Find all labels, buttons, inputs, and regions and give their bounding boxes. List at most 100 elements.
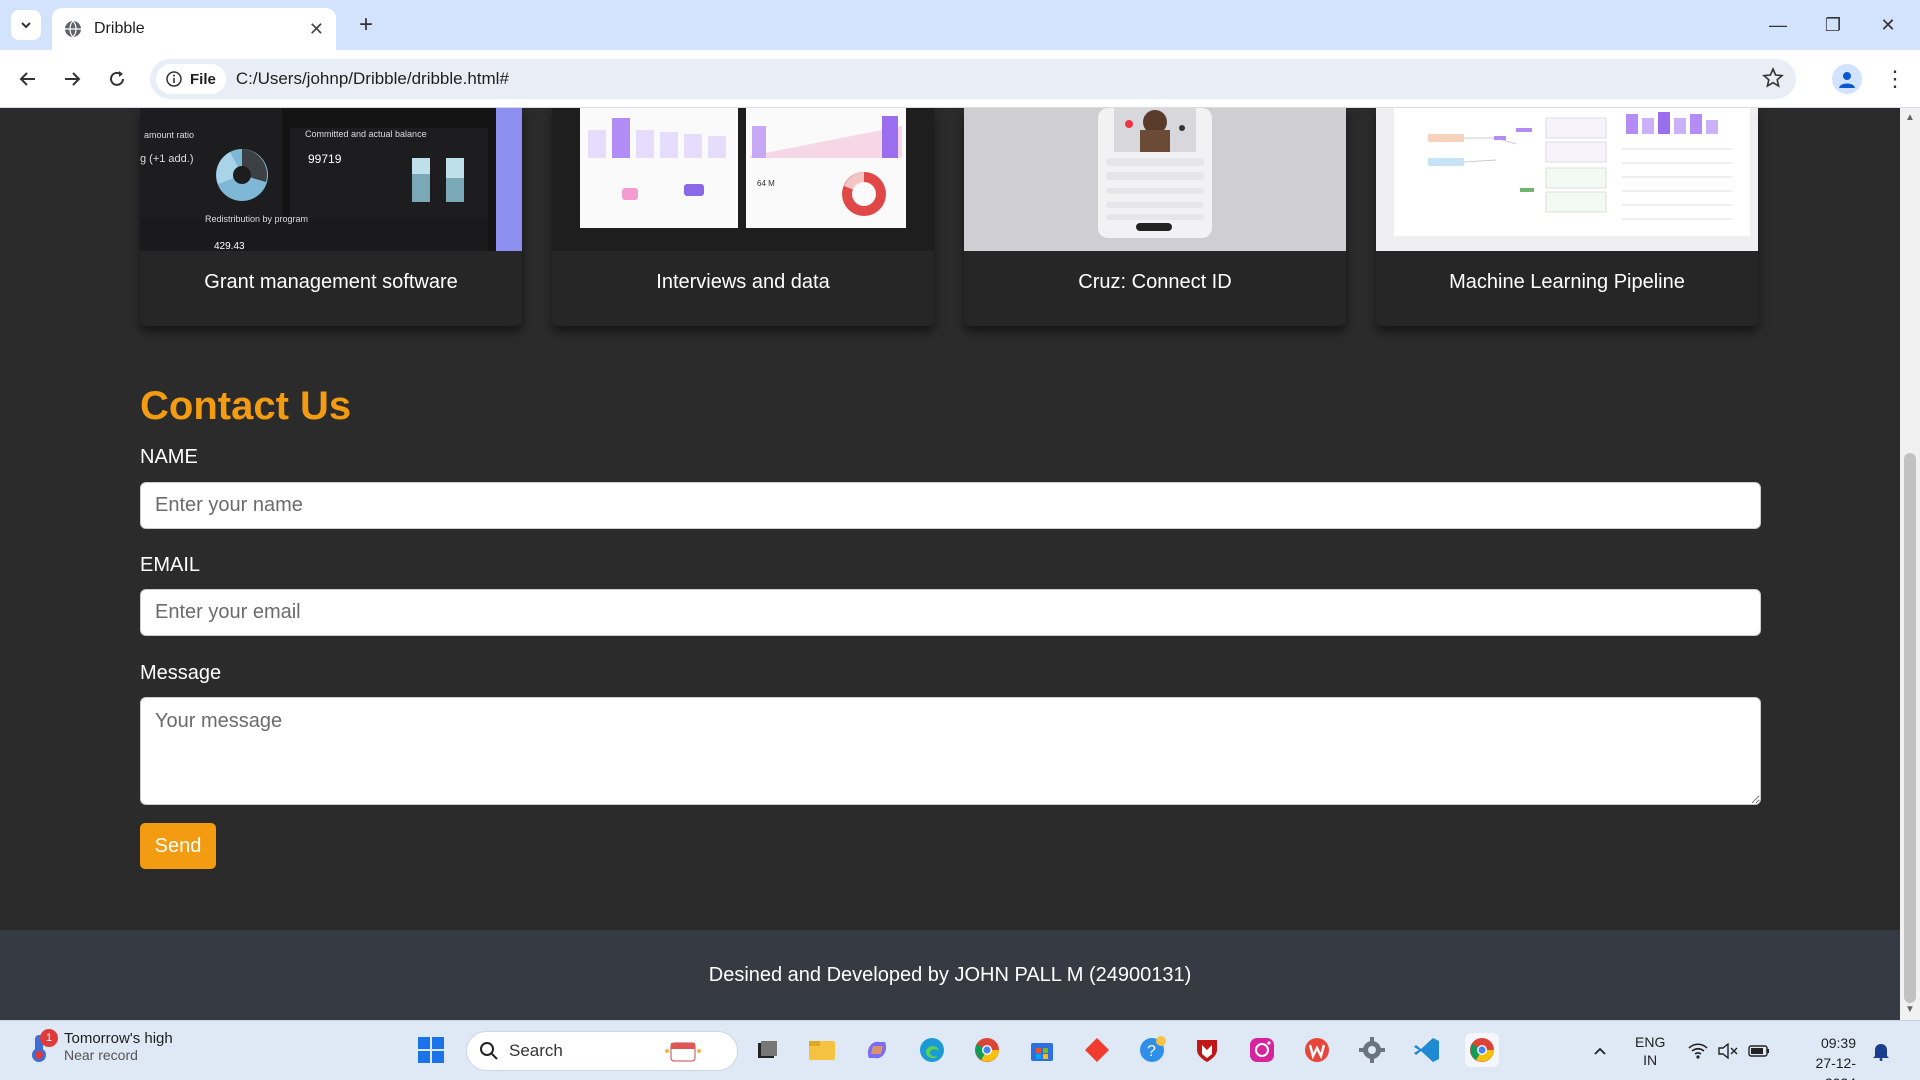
settings-gear-icon[interactable] (1355, 1033, 1389, 1067)
taskbar-clock[interactable]: 09:39 27-12-2024 (1786, 1033, 1856, 1080)
store-icon[interactable] (1025, 1033, 1059, 1067)
calendar-highlight-icon (664, 1042, 701, 1062)
svg-text:99719: 99719 (308, 152, 342, 166)
project-card-title: Cruz: Connect ID (1078, 271, 1232, 293)
reload-button[interactable] (102, 64, 132, 94)
close-window-button[interactable]: ✕ (1860, 0, 1916, 50)
copilot-icon[interactable] (860, 1033, 894, 1067)
reload-icon (110, 71, 124, 86)
project-card[interactable]: 64 M Interviews and data (552, 108, 934, 326)
project-thumbnail-ml (1376, 108, 1758, 251)
name-input[interactable] (140, 482, 1761, 529)
url-text[interactable]: C:/Users/johnp/Dribble/dribble.html# (236, 69, 509, 89)
omnibox[interactable]: File C:/Users/johnp/Dribble/dribble.html… (150, 59, 1796, 99)
mcafee-shield-icon[interactable] (1190, 1033, 1224, 1067)
weather-widget[interactable]: 1 Tomorrow's high Near record (26, 1029, 173, 1063)
tab-search-dropdown[interactable] (11, 10, 41, 40)
git-diamond-icon[interactable] (1080, 1033, 1114, 1067)
tab-title: Dribble (94, 20, 145, 37)
project-card-title: Interviews and data (656, 271, 830, 293)
arrow-right-icon (65, 72, 81, 86)
notifications-button[interactable] (1872, 1021, 1890, 1080)
instagram-icon[interactable] (1245, 1033, 1279, 1067)
taskbar-search[interactable]: Search (466, 1031, 738, 1071)
wifi-icon (1688, 1043, 1708, 1059)
bell-icon (1873, 1044, 1889, 1061)
bookmark-star-icon[interactable] (1762, 67, 1784, 89)
send-button[interactable]: Send (140, 823, 216, 869)
language-code: ENG (1635, 1034, 1666, 1050)
project-cards: amount ratio g (+1 add.) Committed and a… (140, 108, 1760, 326)
arrow-left-icon (19, 72, 35, 86)
project-card[interactable]: Machine Learning Pipeline (1376, 108, 1758, 326)
message-label: Message (140, 662, 222, 684)
windows-start-icon[interactable] (414, 1033, 448, 1067)
wps-office-icon[interactable] (1300, 1033, 1334, 1067)
svg-text:Redistribution by program: Redistribution by program (205, 214, 308, 224)
windows-taskbar: 1 Tomorrow's high Near record Search ? E… (0, 1020, 1920, 1080)
weather-title: Tomorrow's high (64, 1029, 173, 1047)
clock-time: 09:39 (1820, 1035, 1856, 1051)
info-icon (166, 71, 182, 87)
chevron-up-icon (1594, 1047, 1606, 1055)
page-viewport: amount ratio g (+1 add.) Committed and a… (0, 108, 1900, 1020)
back-button[interactable] (13, 64, 43, 94)
profile-button[interactable] (1832, 64, 1862, 94)
system-tray-status[interactable] (1688, 1021, 1770, 1080)
message-textarea[interactable] (140, 697, 1761, 805)
browser-tab-bar: Dribble ✕ + — ❐ ✕ (0, 0, 1920, 50)
restore-button[interactable]: ❐ (1805, 0, 1861, 50)
file-explorer-icon[interactable] (805, 1033, 839, 1067)
footer-credit: Desined and Developed by JOHN PALL M (24… (708, 963, 1192, 986)
file-chip-label: File (190, 70, 216, 88)
edge-icon[interactable] (915, 1033, 949, 1067)
contact-heading: Contact Us (140, 384, 352, 428)
vscode-icon[interactable] (1410, 1033, 1444, 1067)
taskbar-search-label: Search (509, 1041, 563, 1060)
browser-tab[interactable]: Dribble ✕ (52, 8, 336, 50)
svg-text:amount ratio: amount ratio (144, 130, 194, 140)
email-input[interactable] (140, 589, 1761, 636)
project-thumbnail-interviews: 64 M (552, 108, 934, 251)
weather-subtitle: Near record (64, 1046, 138, 1063)
chevron-down-icon (21, 22, 31, 29)
project-card-title: Grant management software (204, 271, 458, 293)
forward-button[interactable] (57, 64, 87, 94)
battery-icon (1748, 1045, 1769, 1057)
search-icon (480, 1042, 498, 1060)
page-scrollbar[interactable]: ▲ ▼ (1900, 108, 1920, 1020)
page-footer: Desined and Developed by JOHN PALL M (24… (0, 930, 1900, 1020)
address-bar-row: File C:/Users/johnp/Dribble/dribble.html… (0, 50, 1920, 108)
chrome-icon[interactable] (970, 1033, 1004, 1067)
language-region: IN (1643, 1052, 1658, 1068)
scrollbar-thumb[interactable] (1904, 453, 1916, 1003)
task-view-icon[interactable] (750, 1033, 784, 1067)
name-label: NAME (140, 446, 198, 468)
project-thumbnail-grant: amount ratio g (+1 add.) Committed and a… (140, 108, 522, 251)
language-indicator[interactable]: ENG IN (1635, 1021, 1665, 1080)
project-card[interactable]: Cruz: Connect ID (964, 108, 1346, 326)
project-card[interactable]: amount ratio g (+1 add.) Committed and a… (140, 108, 522, 326)
thermometer-icon: 1 (26, 1029, 58, 1063)
email-label: EMAIL (140, 554, 201, 576)
project-card-title: Machine Learning Pipeline (1449, 271, 1685, 293)
svg-text:64 M: 64 M (757, 179, 775, 188)
svg-text:429.43: 429.43 (214, 241, 245, 251)
project-thumbnail-cruz (964, 108, 1346, 251)
help-icon[interactable]: ? (1135, 1033, 1169, 1067)
svg-text:g (+1 add.): g (+1 add.) (140, 153, 194, 165)
close-tab-icon[interactable]: ✕ (309, 19, 324, 40)
show-hidden-icons-button[interactable] (1592, 1021, 1608, 1080)
clock-date: 27-12-2024 (1815, 1055, 1856, 1080)
avatar-icon (1839, 72, 1855, 88)
site-info-chip[interactable]: File (156, 64, 226, 94)
scroll-up-icon[interactable]: ▲ (1905, 112, 1915, 123)
chrome-active-icon[interactable] (1465, 1033, 1499, 1067)
browser-menu-button[interactable]: ⋮ (1880, 64, 1910, 94)
svg-text:Committed and actual balance: Committed and actual balance (305, 129, 427, 139)
volume-muted-icon (1718, 1043, 1738, 1059)
svg-text:?: ? (1147, 1043, 1156, 1060)
scroll-down-icon[interactable]: ▼ (1905, 1004, 1915, 1015)
new-tab-button[interactable]: + (352, 11, 380, 39)
minimize-button[interactable]: — (1750, 0, 1806, 50)
